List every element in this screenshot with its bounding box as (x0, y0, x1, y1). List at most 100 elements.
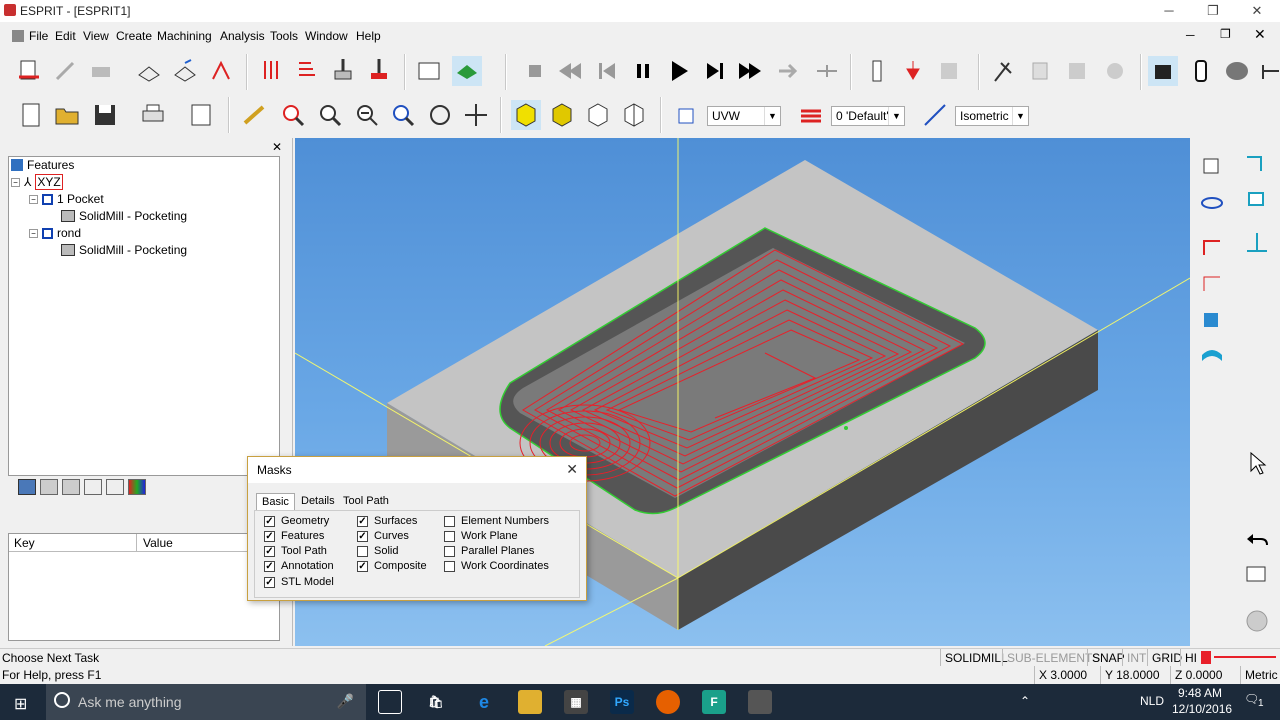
mdi-minimize-button[interactable]: ─ (1186, 28, 1195, 42)
checkbox-toolpath[interactable]: ✓ Tool Path (264, 545, 327, 557)
tab-tools-icon[interactable] (40, 479, 58, 495)
step-back-icon[interactable] (592, 56, 622, 86)
checkbox-features[interactable]: ✓ Features (264, 530, 324, 542)
language-indicator[interactable]: NLD (1140, 694, 1164, 708)
tab-basic[interactable]: Basic (256, 493, 295, 510)
shaded-edges-icon[interactable] (547, 100, 577, 130)
menu-analysis[interactable]: Analysis (220, 29, 265, 43)
checkbox-geometry[interactable]: ✓ Geometry (264, 515, 329, 527)
mdi-close-button[interactable]: ✕ (1254, 26, 1266, 43)
profile-icon[interactable] (1197, 230, 1227, 260)
print-preview-icon[interactable] (186, 100, 216, 130)
line-style-swatch[interactable] (1214, 656, 1276, 658)
color-swatch[interactable] (1201, 651, 1211, 664)
save-icon[interactable] (90, 100, 120, 130)
minimize-button[interactable]: ─ (1146, 0, 1192, 22)
fixture-icon[interactable] (86, 56, 116, 86)
bar-icon[interactable] (1256, 56, 1280, 86)
grid-icon[interactable] (934, 56, 964, 86)
checkbox-annotation[interactable]: ✓ Annotation (264, 560, 334, 572)
menu-edit[interactable]: Edit (55, 29, 76, 43)
feature-c-icon[interactable] (206, 56, 236, 86)
tab-toolpath[interactable]: Tool Path (338, 493, 394, 509)
view-combo[interactable]: Isometric ▼ (955, 106, 1029, 126)
machine-icon[interactable] (1148, 56, 1178, 86)
panel-close-button[interactable]: ✕ (272, 140, 282, 154)
work-plane-icon[interactable] (672, 100, 702, 130)
menu-window[interactable]: Window (305, 29, 348, 43)
search-box[interactable]: Ask me anything 🎤 (46, 684, 366, 720)
zoom-out-icon[interactable] (352, 100, 382, 130)
rewind-icon[interactable] (556, 56, 586, 86)
checkbox-stl-model[interactable]: ✓ STL Model (264, 576, 334, 588)
hidden-line-icon[interactable] (619, 100, 649, 130)
step-forward-icon[interactable] (700, 56, 730, 86)
tool-icon[interactable] (988, 56, 1018, 86)
task-view-icon[interactable] (378, 690, 402, 714)
mill-op-icon[interactable] (292, 56, 322, 86)
checkbox-parallel-planes[interactable]: Parallel Planes (444, 545, 534, 557)
menu-create[interactable]: Create (116, 29, 152, 43)
tab-details[interactable]: Details (296, 493, 340, 509)
profile-b-icon[interactable] (1197, 266, 1227, 296)
settings-icon[interactable] (1100, 56, 1130, 86)
copy-icon[interactable] (1026, 56, 1056, 86)
checkbox-work-plane[interactable]: Work Plane (444, 530, 518, 542)
menu-machining[interactable]: Machining (157, 29, 212, 43)
tab-ops-icon[interactable] (62, 479, 80, 495)
print-icon[interactable] (138, 100, 168, 130)
open-folder-icon[interactable] (52, 100, 82, 130)
new-file-icon[interactable] (16, 100, 46, 130)
stop-icon[interactable] (520, 56, 550, 86)
skip-icon[interactable] (774, 56, 804, 86)
ruler-icon[interactable] (862, 56, 892, 86)
mdi-restore-button[interactable]: ❐ (1220, 27, 1231, 41)
close-button[interactable]: ✕ (1234, 0, 1280, 22)
tree-item-root[interactable]: − ⅄ XYZ (11, 174, 63, 190)
cursor-icon[interactable] (1242, 448, 1272, 478)
tree-item-op2[interactable]: SolidMill - Pocketing (61, 242, 187, 258)
zoom-window-icon[interactable] (278, 100, 308, 130)
collapse-icon[interactable]: − (29, 228, 38, 238)
undo-icon[interactable] (1242, 526, 1272, 556)
wireframe-icon[interactable] (583, 100, 613, 130)
new-stock-icon[interactable] (14, 56, 44, 86)
arrow-down-icon[interactable] (898, 56, 928, 86)
checkbox-surfaces[interactable]: ✓ Surfaces (357, 515, 417, 527)
menu-help[interactable]: Help (356, 29, 381, 43)
pocket-op-icon[interactable] (328, 56, 358, 86)
tree-item-op1[interactable]: SolidMill - Pocketing (61, 208, 187, 224)
checkbox-composite[interactable]: ✓ Composite (357, 560, 427, 572)
xy-plane-icon[interactable] (1242, 152, 1272, 182)
menu-tools[interactable]: Tools (270, 29, 298, 43)
feature-a-icon[interactable] (134, 56, 164, 86)
tab-color-icon[interactable] (128, 479, 146, 495)
microphone-icon[interactable]: 🎤 (337, 693, 354, 710)
app-f-icon[interactable]: F (702, 690, 726, 714)
menu-view[interactable]: View (83, 29, 109, 43)
collapse-icon[interactable]: − (29, 194, 38, 204)
status-hi[interactable]: HI (1180, 649, 1201, 667)
cylinder-icon[interactable] (1186, 56, 1216, 86)
checkbox-element-numbers[interactable]: Element Numbers (444, 515, 549, 527)
move-icon[interactable] (461, 100, 491, 130)
collapse-icon[interactable]: − (11, 177, 20, 187)
save-state-icon[interactable] (1062, 56, 1092, 86)
feature-b-icon[interactable] (170, 56, 200, 86)
dialog-close-button[interactable]: ✕ (566, 461, 578, 478)
chevron-up-icon[interactable]: ⌃ (1020, 694, 1030, 708)
contour-op-icon[interactable] (364, 56, 394, 86)
clock-time[interactable]: 9:48 AM (1178, 686, 1222, 700)
view-front-icon[interactable] (1197, 152, 1227, 182)
start-icon[interactable]: ⊞ (14, 694, 27, 714)
shaded-view-icon[interactable] (511, 100, 541, 130)
drill-icon[interactable] (256, 56, 286, 86)
tab-features-icon[interactable] (18, 479, 36, 495)
play-icon[interactable] (664, 56, 694, 86)
esprit-taskbar-icon[interactable] (748, 690, 772, 714)
menu-file[interactable]: File (29, 29, 48, 43)
copy-window-icon[interactable] (1242, 560, 1272, 590)
photoshop-icon[interactable]: Ps (610, 690, 634, 714)
fast-forward-icon[interactable] (736, 56, 766, 86)
zoom-in-icon[interactable] (315, 100, 345, 130)
